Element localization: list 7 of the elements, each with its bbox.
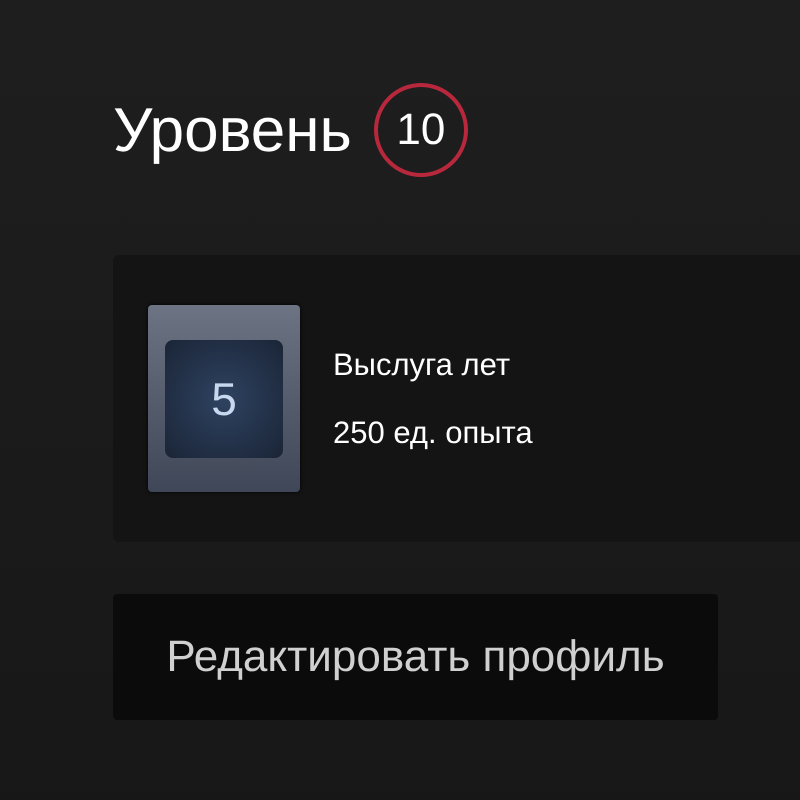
badge-number: 5 xyxy=(165,340,283,458)
badge-xp: 250 ед. опыта xyxy=(333,414,533,450)
badge-name: Выслуга лет xyxy=(333,346,512,382)
level-number: 10 xyxy=(374,83,468,177)
badge-icon[interactable]: 5 xyxy=(148,305,300,492)
edit-profile-button[interactable]: Редактировать профиль xyxy=(113,594,718,720)
level-title: Уровень xyxy=(113,94,352,166)
